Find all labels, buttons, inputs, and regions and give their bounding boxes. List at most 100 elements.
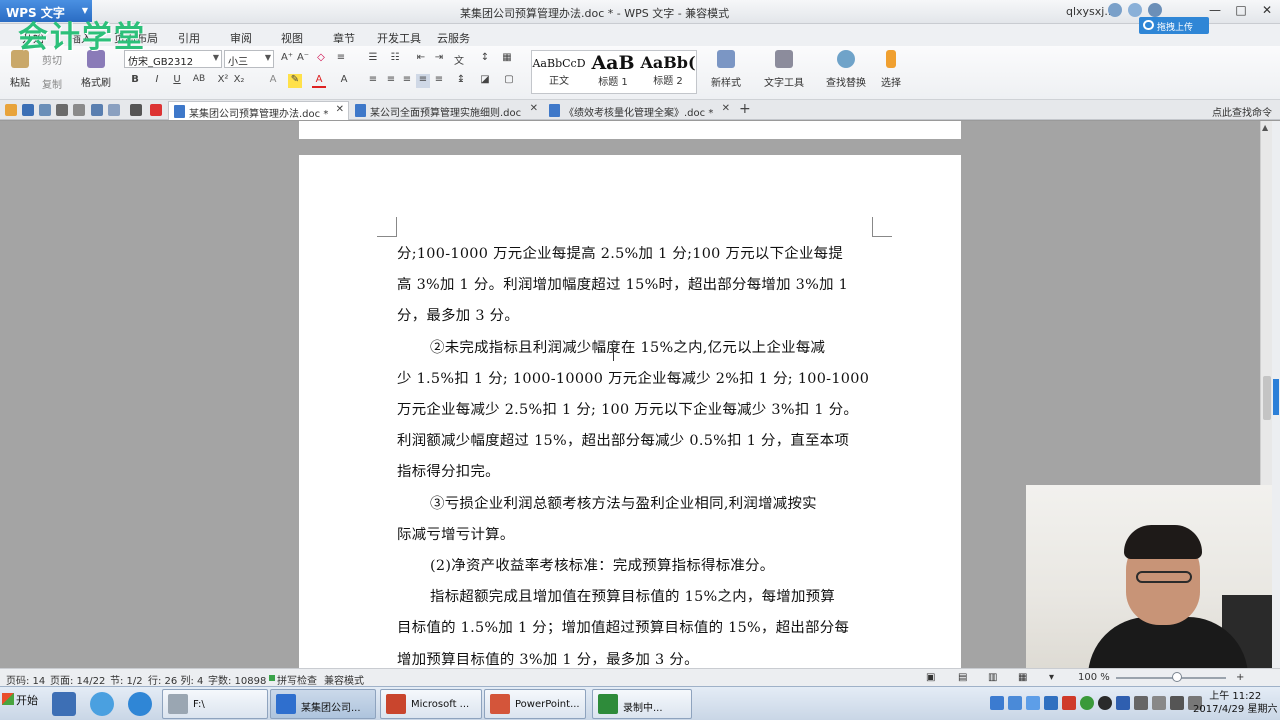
- decrease-indent-icon[interactable]: ⇤: [414, 52, 428, 66]
- table-icon[interactable]: ▦: [500, 52, 514, 66]
- close-icon[interactable]: ✕: [336, 104, 344, 115]
- find-command-box[interactable]: 点此查找命令: [1212, 104, 1272, 119]
- view-mode-icon[interactable]: ▣: [926, 672, 935, 683]
- zoom-in-icon[interactable]: +: [1236, 672, 1244, 683]
- font-color-icon[interactable]: A: [312, 74, 326, 88]
- tray-app-icon[interactable]: [990, 696, 1004, 710]
- shading-icon[interactable]: ◪: [478, 74, 492, 88]
- select-button[interactable]: 选择: [876, 50, 906, 89]
- clear-format-icon[interactable]: ◇: [314, 52, 328, 66]
- recorder-icon[interactable]: [1098, 696, 1112, 710]
- zoom-slider-knob[interactable]: [1171, 672, 1182, 682]
- close-button[interactable]: ✕: [1254, 0, 1280, 20]
- close-icon[interactable]: ✕: [530, 103, 538, 114]
- chinese-layout-icon[interactable]: 文: [452, 52, 466, 67]
- battery-icon[interactable]: [1134, 696, 1148, 710]
- increase-indent-icon[interactable]: ⇥: [432, 52, 446, 66]
- tab-references[interactable]: 引用: [178, 30, 200, 46]
- sort-icon[interactable]: ↕: [478, 52, 492, 66]
- new-style-button[interactable]: 新样式: [704, 50, 748, 89]
- cloud-icon[interactable]: [1026, 696, 1040, 710]
- preview-icon[interactable]: [73, 104, 85, 116]
- bold-icon[interactable]: B: [128, 74, 142, 88]
- zoom-slider[interactable]: [1116, 677, 1226, 679]
- upload-button[interactable]: 拖拽上传: [1139, 17, 1209, 34]
- scroll-thumb[interactable]: [1263, 376, 1271, 420]
- customize-icon[interactable]: [130, 104, 142, 116]
- italic-icon[interactable]: I: [150, 74, 164, 88]
- zoom-level[interactable]: 100 %: [1078, 672, 1110, 683]
- tab-chapter[interactable]: 章节: [333, 30, 355, 46]
- clock[interactable]: 上午 11:22 2017/4/29 星期六: [1193, 690, 1277, 716]
- ie-icon[interactable]: [90, 692, 114, 716]
- taskbar-task[interactable]: PowerPoint...: [484, 689, 586, 719]
- numbered-list-icon[interactable]: ☷: [388, 52, 402, 66]
- shrink-font-icon[interactable]: A⁻: [296, 52, 310, 66]
- highlight-icon[interactable]: ✎: [288, 74, 302, 88]
- web-layout-icon[interactable]: ▥: [988, 672, 997, 683]
- wps-logo-icon[interactable]: [150, 104, 162, 116]
- bluetooth-icon[interactable]: [1116, 696, 1130, 710]
- status-word-count[interactable]: 字数: 10898: [208, 672, 266, 687]
- doc-tab-2[interactable]: 某公司全面预算管理实施细则.doc ✕: [350, 101, 542, 120]
- show-desktop-icon[interactable]: [52, 692, 76, 716]
- line-spacing-icon[interactable]: ↨: [454, 74, 468, 88]
- copy-button[interactable]: 复制: [42, 76, 62, 91]
- char-shading-icon[interactable]: A: [337, 74, 351, 88]
- doc-tab-3[interactable]: 《绩效考核量化管理全案》.doc * ✕: [544, 101, 734, 120]
- scroll-up-icon[interactable]: ▲: [1262, 123, 1268, 132]
- align-right-icon[interactable]: ≡: [400, 74, 414, 88]
- bullet-list-icon[interactable]: ☰: [366, 52, 380, 66]
- help-icon[interactable]: [1148, 3, 1162, 17]
- redo-icon[interactable]: [108, 104, 120, 116]
- tab-view[interactable]: 视图: [281, 30, 303, 46]
- subscript-icon[interactable]: X₂: [232, 74, 246, 88]
- find-replace-button[interactable]: 查找替换: [820, 50, 872, 89]
- open-icon[interactable]: [5, 104, 17, 116]
- strikethrough-icon[interactable]: AB: [192, 74, 206, 88]
- taskbar-task[interactable]: 录制中...: [592, 689, 692, 719]
- text-tools-button[interactable]: 文字工具: [758, 50, 810, 89]
- grow-font-icon[interactable]: A⁺: [280, 52, 294, 66]
- security-icon[interactable]: [1062, 696, 1076, 710]
- save-icon[interactable]: [22, 104, 34, 116]
- font-size-select[interactable]: 小三 ▼: [224, 50, 274, 68]
- border-icon[interactable]: ▢: [502, 74, 516, 88]
- new-tab-button[interactable]: +: [739, 101, 751, 117]
- tab-review[interactable]: 审阅: [230, 30, 252, 46]
- tab-cloud[interactable]: 云服务: [437, 30, 470, 46]
- start-button[interactable]: 开始: [2, 692, 38, 708]
- skin-icon[interactable]: [1128, 3, 1142, 17]
- shield-icon[interactable]: [1008, 696, 1022, 710]
- status-spell-check[interactable]: 拼写检查: [277, 672, 317, 687]
- maximize-button[interactable]: □: [1228, 0, 1254, 20]
- status-icon[interactable]: [1080, 696, 1094, 710]
- export-pdf-icon[interactable]: [39, 104, 51, 116]
- phonetic-icon[interactable]: ≡: [334, 52, 348, 66]
- document-body[interactable]: 分;100-1000 万元企业每提高 2.5%加 1 分;100 万元以下企业每…: [397, 239, 873, 668]
- distributed-icon[interactable]: ≡: [432, 74, 446, 88]
- cloud-sync-icon[interactable]: [1108, 3, 1122, 17]
- zoom-menu-icon[interactable]: ▾: [1049, 672, 1054, 683]
- outline-icon[interactable]: ▦: [1018, 672, 1027, 683]
- document-page[interactable]: 分;100-1000 万元企业每提高 2.5%加 1 分;100 万元以下企业每…: [299, 155, 961, 668]
- align-left-icon[interactable]: ≡: [366, 74, 380, 88]
- close-icon[interactable]: ✕: [722, 103, 730, 114]
- cloud-drive-icon[interactable]: [128, 692, 152, 716]
- text-effect-icon[interactable]: A: [266, 74, 280, 88]
- flag-icon[interactable]: [1152, 696, 1166, 710]
- taskbar-task[interactable]: 某集团公司...: [270, 689, 376, 719]
- justify-icon[interactable]: ≡: [416, 74, 430, 88]
- doc-tab-1[interactable]: 某集团公司预算管理办法.doc * ✕: [168, 101, 349, 120]
- tab-developer[interactable]: 开发工具: [377, 30, 421, 46]
- side-panel-toggle[interactable]: [1273, 379, 1279, 415]
- taskbar-task[interactable]: F:\: [162, 689, 268, 719]
- style-heading-1[interactable]: AaB 标题 1: [586, 51, 640, 93]
- align-center-icon[interactable]: ≡: [384, 74, 398, 88]
- print-icon[interactable]: [56, 104, 68, 116]
- style-heading-2[interactable]: AaBb( 标题 2: [640, 51, 696, 93]
- undo-icon[interactable]: [91, 104, 103, 116]
- taskbar-task[interactable]: Microsoft ...: [380, 689, 482, 719]
- superscript-icon[interactable]: X²: [216, 74, 230, 88]
- network-icon[interactable]: [1044, 696, 1058, 710]
